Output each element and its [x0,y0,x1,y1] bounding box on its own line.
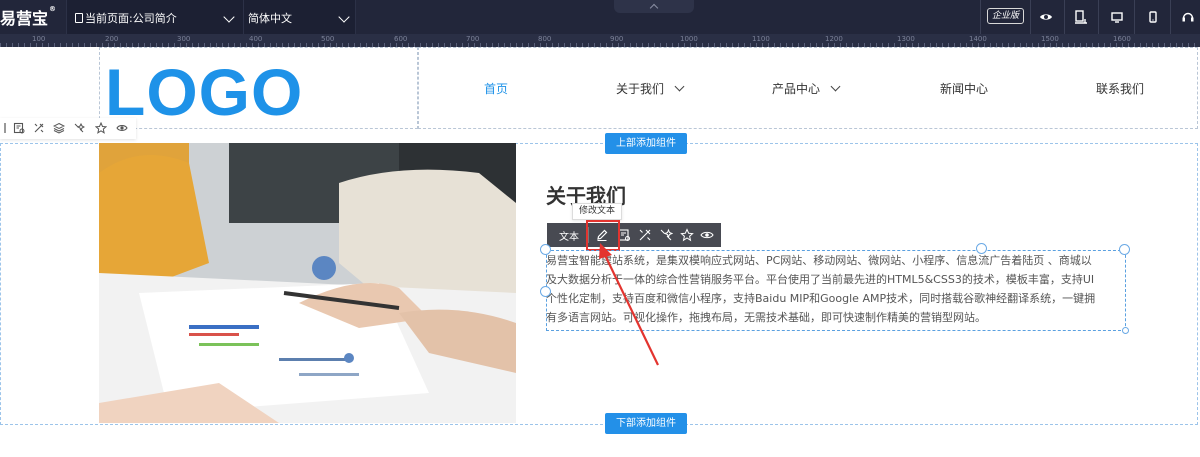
ruler-label: 800 [538,35,552,43]
tool-icon[interactable] [33,122,45,134]
divider [1064,0,1065,34]
site-logo[interactable]: LOGO [105,57,303,127]
device-responsive-icon[interactable] [1074,10,1088,24]
nav-label: 新闻中心 [940,82,989,96]
add-component-above-button[interactable]: 上部添加组件 [605,133,687,154]
animation-icon[interactable] [73,122,85,134]
divider [980,0,981,34]
resize-handle-top-right[interactable] [1119,244,1130,255]
module-toolbar [0,118,136,139]
divider [1134,0,1135,34]
chevron-down-icon [338,11,350,23]
ruler-label: 1500 [1041,35,1059,43]
nav-label: 关于我们 [616,82,665,96]
edition-badge[interactable]: 企业版 [987,8,1025,24]
star-icon[interactable] [95,122,107,134]
brand-logo: 易营宝® [0,5,56,29]
nav-item-news[interactable]: 新闻中心 [940,80,988,97]
resize-handle-top[interactable] [976,243,987,254]
about-photo[interactable] [99,143,516,423]
ruler-label: 700 [466,35,480,43]
ruler-label: 900 [610,35,624,43]
eye-icon[interactable] [1039,10,1053,24]
language-select[interactable]: 简体中文 [244,0,356,34]
layers-icon[interactable] [53,122,65,134]
mobile-icon[interactable] [1146,10,1160,24]
ruler-label: 1300 [897,35,915,43]
ruler-label: 100 [32,35,46,43]
ruler-label: 1200 [825,35,843,43]
brand-name: 易营宝 [0,9,49,28]
language-label: 简体中文 [248,12,292,25]
divider [1030,0,1031,34]
nav-item-about[interactable]: 关于我们 [616,80,685,97]
nav-label: 联系我们 [1096,82,1145,96]
nav-label: 产品中心 [772,82,821,96]
nav-item-contact[interactable]: 联系我们 [1096,80,1144,97]
chevron-down-icon [223,11,235,23]
current-page-label: 当前页面:公司简介 [85,12,177,25]
annotation-arrow-icon [599,243,659,366]
nav-item-products[interactable]: 产品中心 [772,80,841,97]
desktop-icon[interactable] [1110,10,1124,24]
current-page-select[interactable]: 当前页面:公司简介 [66,0,244,34]
collapse-topbar-toggle[interactable] [614,0,694,13]
edit-text-tooltip: 修改文本 [572,203,623,220]
nav-item-home[interactable]: 首页 [484,80,508,97]
ruler-label: 300 [177,35,191,43]
eye-icon[interactable] [700,228,714,242]
editor-topbar: 易营宝® 当前页面:公司简介 简体中文 企业版 [0,0,1200,34]
brand-trademark: ® [49,5,57,13]
chevron-down-icon [830,81,841,92]
ruler-label: 500 [321,35,335,43]
settings-icon[interactable] [13,122,25,134]
resize-handle-bottom-right[interactable] [1122,327,1129,334]
chevron-down-icon [674,81,685,92]
editor-canvas: LOGO 首页 关于我们 产品中心 新闻中心 联系我们 上部添加组件 下部添加组… [0,47,1200,457]
ruler-label: 1400 [969,35,987,43]
eye-icon[interactable] [116,122,128,134]
resize-handle-left[interactable] [540,286,551,297]
add-component-below-button[interactable]: 下部添加组件 [605,413,687,434]
nav-label: 首页 [484,82,509,96]
divider [1098,0,1099,34]
page-doc-icon [75,13,83,23]
divider [1170,0,1171,34]
element-type-label: 文本 [559,232,579,243]
horizontal-ruler: 100 200 300 400 500 600 700 800 900 1000… [0,34,1200,47]
support-icon[interactable] [1181,10,1195,24]
star-icon[interactable] [680,228,694,242]
ruler-label: 400 [249,35,263,43]
ruler-label: 200 [105,35,119,43]
ruler-label: 1100 [752,35,770,43]
ruler-label: 1000 [680,35,698,43]
move-handle[interactable] [540,244,551,255]
ruler-label: 1600 [1113,35,1131,43]
ruler-label: 600 [394,35,408,43]
